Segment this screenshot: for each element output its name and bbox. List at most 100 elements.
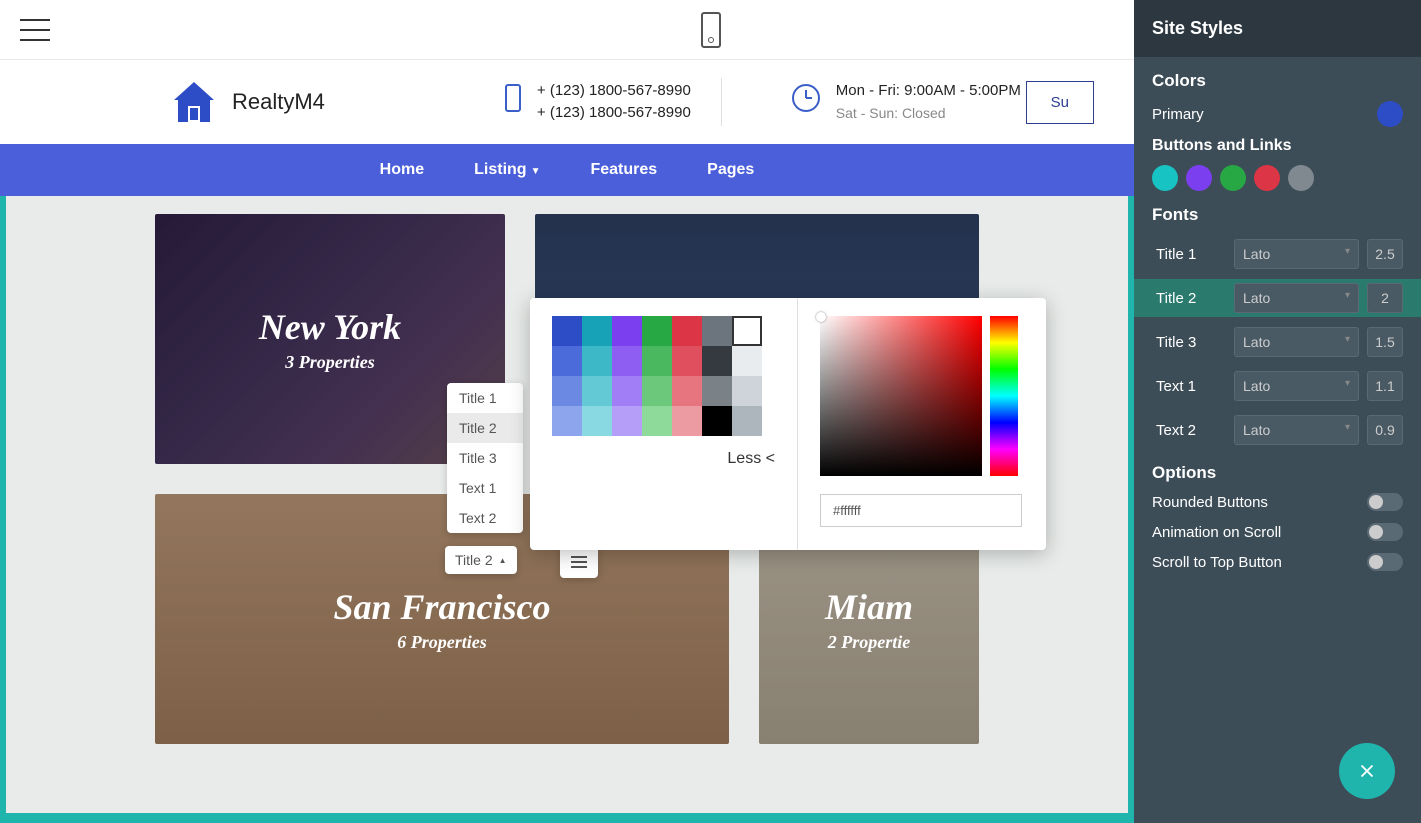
color-swatch-grid — [552, 316, 775, 436]
text-style-option[interactable]: Text 2 — [447, 503, 523, 533]
less-link[interactable]: Less < — [552, 450, 775, 468]
color-swatch[interactable] — [552, 316, 582, 346]
card-subtitle: 6 Properties — [397, 632, 487, 653]
card-subtitle: 3 Properties — [285, 352, 375, 373]
font-select[interactable]: Lato — [1234, 239, 1359, 269]
button-color-swatch[interactable] — [1288, 165, 1314, 191]
hours-block: Mon - Fri: 9:00AM - 5:00PM Sat - Sun: Cl… — [792, 80, 1021, 124]
color-swatch[interactable] — [642, 376, 672, 406]
text-style-option[interactable]: Title 1 — [447, 383, 523, 413]
color-swatch[interactable] — [612, 406, 642, 436]
color-swatch[interactable] — [582, 346, 612, 376]
color-swatch[interactable] — [732, 376, 762, 406]
rounded-label: Rounded Buttons — [1152, 494, 1268, 511]
color-swatch[interactable] — [672, 316, 702, 346]
primary-row: Primary — [1152, 101, 1403, 127]
colors-heading: Colors — [1152, 71, 1403, 91]
text-style-option[interactable]: Title 3 — [447, 443, 523, 473]
card-title: San Francisco — [333, 586, 550, 628]
font-size-input[interactable]: 2.5 — [1367, 239, 1403, 269]
color-swatch[interactable] — [552, 406, 582, 436]
font-row: Title 1 Lato 2.5 — [1152, 235, 1403, 273]
font-size-input[interactable]: 1.1 — [1367, 371, 1403, 401]
color-swatch[interactable] — [612, 346, 642, 376]
animation-toggle[interactable] — [1367, 523, 1403, 541]
fonts-heading: Fonts — [1152, 205, 1403, 225]
nav-listing[interactable]: Listing▼ — [474, 161, 540, 179]
button-color-swatch[interactable] — [1152, 165, 1178, 191]
font-select[interactable]: Lato — [1234, 283, 1359, 313]
house-logo-icon — [170, 78, 218, 126]
color-swatch[interactable] — [672, 376, 702, 406]
hex-input[interactable] — [820, 494, 1022, 527]
color-swatch[interactable] — [702, 346, 732, 376]
text-style-option[interactable]: Title 2 — [447, 413, 523, 443]
color-swatch[interactable] — [552, 346, 582, 376]
color-swatch[interactable] — [732, 346, 762, 376]
panel-title: Site Styles — [1134, 0, 1421, 57]
font-label: Text 1 — [1156, 378, 1226, 395]
color-swatch[interactable] — [642, 346, 672, 376]
align-center-button[interactable] — [560, 546, 598, 578]
card-title: New York — [259, 306, 401, 348]
primary-color-swatch[interactable] — [1377, 101, 1403, 127]
mobile-device-icon[interactable] — [701, 12, 721, 48]
sv-handle[interactable] — [816, 312, 826, 322]
close-icon — [1356, 760, 1378, 782]
title-chip[interactable]: Title 2▲ — [445, 546, 517, 574]
hours-weekday: Mon - Fri: 9:00AM - 5:00PM — [836, 80, 1021, 103]
text-style-option[interactable]: Text 1 — [447, 473, 523, 503]
font-size-input[interactable]: 2 — [1367, 283, 1403, 313]
color-swatch[interactable] — [552, 376, 582, 406]
font-size-input[interactable]: 1.5 — [1367, 327, 1403, 357]
button-color-swatch[interactable] — [1254, 165, 1280, 191]
color-swatch[interactable] — [582, 316, 612, 346]
divider — [721, 78, 722, 126]
scroll-label: Scroll to Top Button — [1152, 554, 1282, 571]
color-swatch[interactable] — [612, 316, 642, 346]
hours-weekend: Sat - Sun: Closed — [836, 103, 1021, 124]
font-select[interactable]: Lato — [1234, 415, 1359, 445]
color-swatch[interactable] — [702, 316, 732, 346]
button-color-swatches — [1152, 165, 1403, 191]
color-swatch[interactable] — [672, 406, 702, 436]
color-swatch[interactable] — [642, 316, 672, 346]
nav-features[interactable]: Features — [590, 161, 657, 179]
animation-row: Animation on Scroll — [1152, 523, 1403, 541]
color-swatch[interactable] — [732, 316, 762, 346]
font-select[interactable]: Lato — [1234, 371, 1359, 401]
hue-strip[interactable] — [990, 316, 1018, 476]
color-swatch[interactable] — [582, 406, 612, 436]
rounded-buttons-row: Rounded Buttons — [1152, 493, 1403, 511]
logo[interactable]: RealtyM4 — [170, 78, 325, 126]
primary-label: Primary — [1152, 106, 1204, 123]
saturation-value-area[interactable] — [820, 316, 982, 476]
font-row: Title 3 Lato 1.5 — [1152, 323, 1403, 361]
button-color-swatch[interactable] — [1186, 165, 1212, 191]
subscribe-button[interactable]: Su — [1026, 81, 1094, 124]
color-swatch[interactable] — [582, 376, 612, 406]
hamburger-menu-icon[interactable] — [20, 19, 50, 41]
button-color-swatch[interactable] — [1220, 165, 1246, 191]
scroll-toggle[interactable] — [1367, 553, 1403, 571]
font-select[interactable]: Lato — [1234, 327, 1359, 357]
font-row: Text 2 Lato 0.9 — [1152, 411, 1403, 449]
bottom-edge — [0, 813, 1134, 823]
color-swatch[interactable] — [642, 406, 672, 436]
phone-icon — [505, 84, 521, 112]
site-styles-panel: Site Styles Colors Primary Buttons and L… — [1134, 0, 1421, 823]
font-size-input[interactable]: 0.9 — [1367, 415, 1403, 445]
color-swatch[interactable] — [672, 346, 702, 376]
font-label: Title 1 — [1156, 246, 1226, 263]
color-swatch[interactable] — [732, 406, 762, 436]
close-panel-button[interactable] — [1339, 743, 1395, 799]
rounded-toggle[interactable] — [1367, 493, 1403, 511]
chevron-up-icon: ▲ — [499, 556, 507, 565]
nav-home[interactable]: Home — [380, 161, 424, 179]
site-header: RealtyM4 + (123) 1800-567-8990 + (123) 1… — [0, 60, 1134, 144]
color-swatch[interactable] — [702, 406, 732, 436]
nav-pages[interactable]: Pages — [707, 161, 754, 179]
color-swatch[interactable] — [702, 376, 732, 406]
color-swatch[interactable] — [612, 376, 642, 406]
clock-icon — [792, 84, 820, 112]
